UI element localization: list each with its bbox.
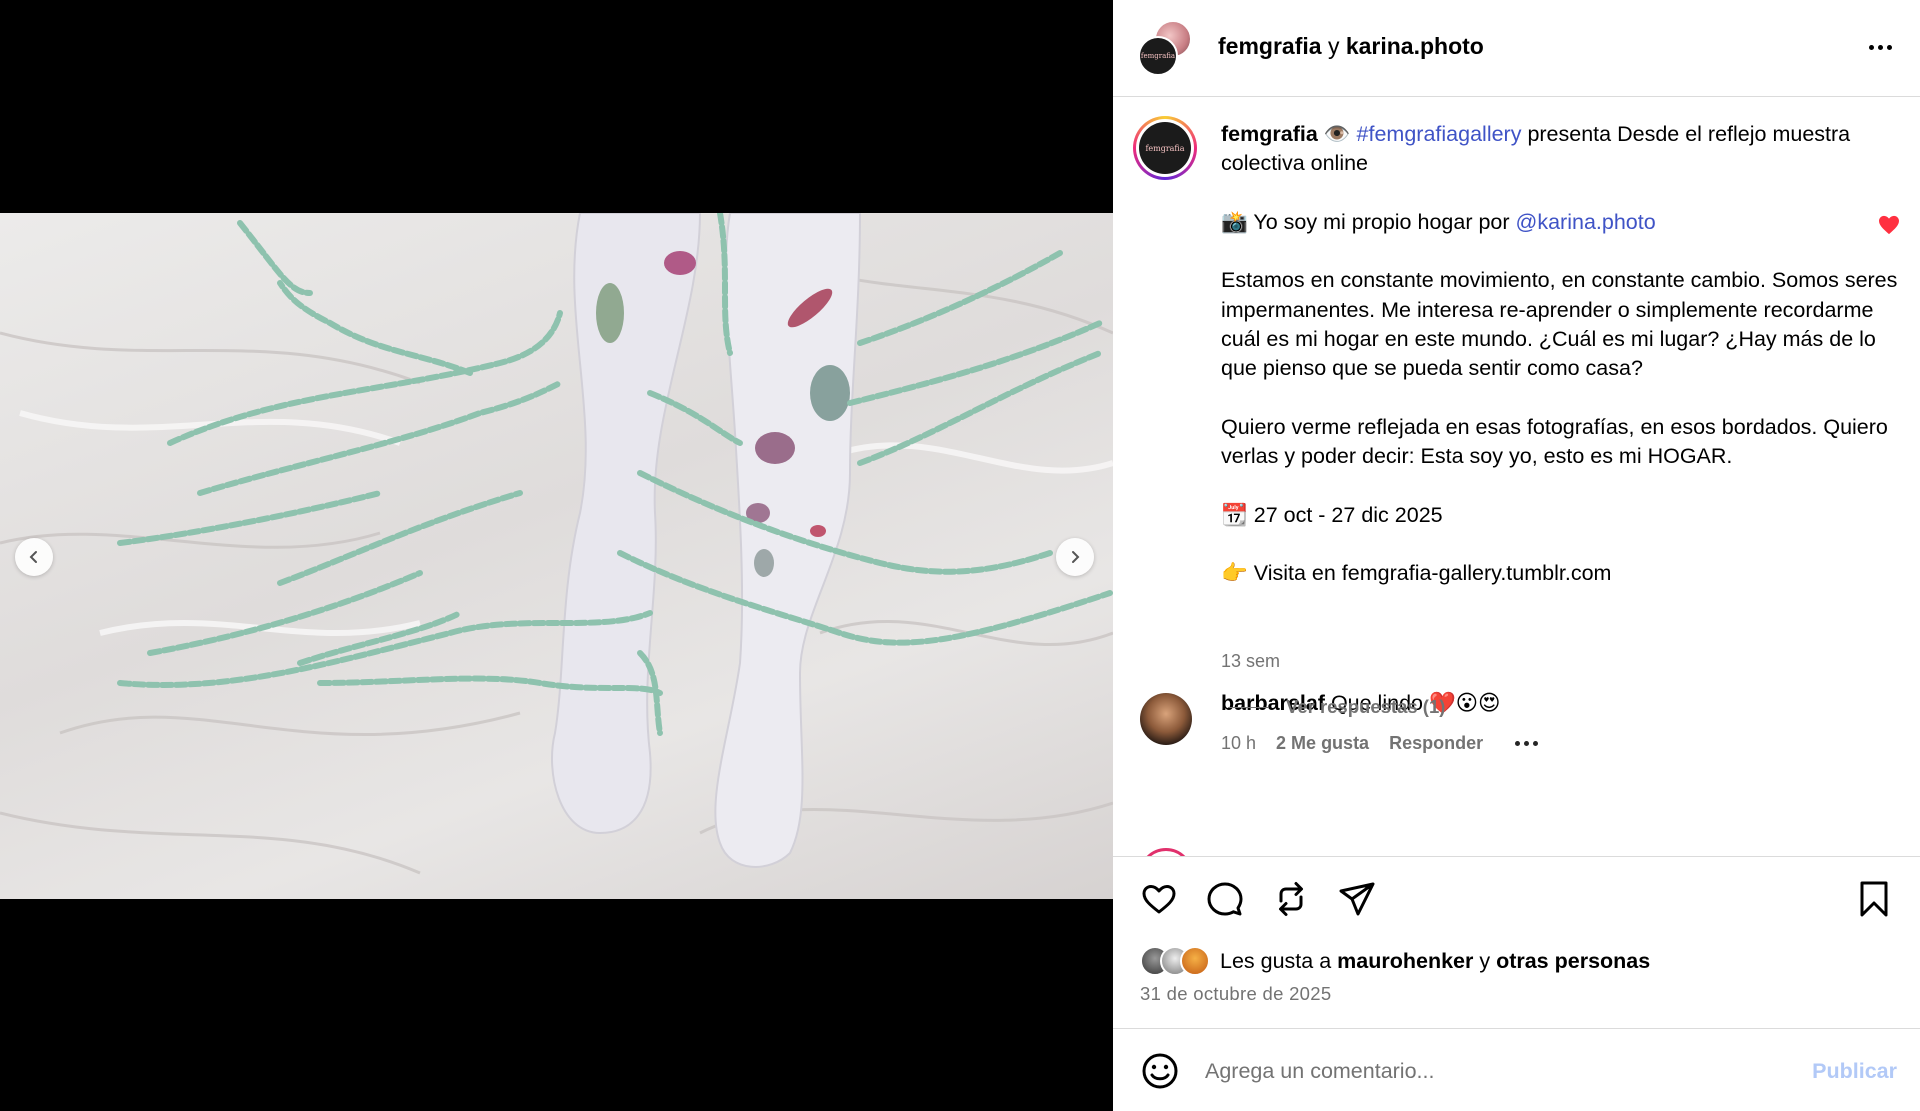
eye-emoji: 👁️ (1323, 122, 1351, 146)
carousel-next-button[interactable] (1056, 538, 1094, 576)
likes-text: Les gusta a maurohenker y otras personas (1220, 949, 1650, 974)
avatar-logo-text: femgrafia (1145, 143, 1185, 153)
caption-text: femgrafia 👁️ #femgrafiagallery presenta … (1221, 120, 1911, 589)
publish-button[interactable]: Publicar (1812, 1059, 1897, 1084)
instagram-post-modal: femgrafia femgrafia y karina.photo femgr… (0, 0, 1920, 1111)
liker-avatars[interactable] (1140, 946, 1210, 976)
comment-bubble-icon[interactable] (1205, 879, 1245, 919)
post-date[interactable]: 31 de octubre de 2025 (1140, 983, 1331, 1005)
collab-avatars[interactable]: femgrafia (1138, 20, 1196, 78)
likes-prefix: Les gusta a (1220, 948, 1338, 973)
avatar-femgrafia: femgrafia (1138, 36, 1178, 76)
author-link-karina[interactable]: karina.photo (1346, 33, 1484, 59)
other-likers-link[interactable]: otras personas (1496, 949, 1650, 973)
calendar-emoji: 📆 (1221, 502, 1248, 527)
reply-button[interactable]: Responder (1389, 733, 1483, 754)
save-bookmark-icon[interactable] (1854, 879, 1894, 919)
post-side-panel: femgrafia femgrafia y karina.photo femgr… (1113, 0, 1920, 1111)
authors-conjunction: y (1327, 33, 1340, 59)
view-replies-label: Ver respuestas (1) (1286, 696, 1446, 717)
share-send-icon[interactable] (1337, 879, 1377, 919)
comment-options-button[interactable] (1515, 733, 1539, 754)
comments-scroll-area[interactable]: femgrafia femgrafia 👁️ #femgrafiagallery… (1113, 98, 1920, 856)
dates-text: 27 oct - 27 dic 2025 (1247, 502, 1443, 527)
comment-like-heart-icon[interactable] (1878, 215, 1900, 235)
pointing-hand-emoji: 👉 (1221, 561, 1248, 586)
comment-input[interactable] (1205, 1049, 1765, 1093)
comment-composer: Publicar (1113, 1028, 1920, 1111)
comment-meta: 10 h 2 Me gusta Responder (1221, 733, 1539, 754)
caption-line-1: femgrafia 👁️ #femgrafiagallery presenta … (1221, 120, 1911, 179)
caption-timestamp[interactable]: 13 sem (1221, 651, 1280, 672)
repost-icon[interactable] (1271, 879, 1311, 919)
replies-divider-line (1228, 706, 1268, 708)
next-comment-avatar-partial (1139, 848, 1193, 856)
likes-conjunction: y (1473, 948, 1497, 973)
comment-likes-count[interactable]: 2 Me gusta (1276, 733, 1369, 754)
post-actions-section: Les gusta a maurohenker y otras personas… (1113, 856, 1920, 1111)
caption-paragraph-2: Quiero verme reflejada en esas fotografí… (1221, 414, 1888, 469)
mention-link[interactable]: @karina.photo (1516, 210, 1656, 234)
caption-avatar: femgrafia (1139, 122, 1191, 174)
liker-username-link[interactable]: maurohenker (1337, 949, 1473, 973)
avatar-logo-text: femgrafia (1140, 52, 1176, 60)
like-heart-icon[interactable] (1139, 879, 1179, 919)
more-options-button[interactable] (1864, 32, 1896, 62)
chevron-right-icon (1072, 551, 1080, 563)
caption-paragraph-1: Estamos en constante movimiento, en cons… (1221, 268, 1898, 381)
view-replies-button[interactable]: Ver respuestas (1) (1228, 696, 1445, 718)
liker-avatar (1180, 946, 1210, 976)
post-photo (0, 213, 1113, 899)
action-bar (1139, 879, 1377, 919)
more-dot-icon (1886, 44, 1892, 50)
caption-line-2: 📸 Yo soy mi propio hogar por @karina.pho… (1221, 208, 1911, 237)
commenter-avatar[interactable] (1140, 693, 1192, 745)
carousel-prev-button[interactable] (15, 538, 53, 576)
media-area (0, 0, 1113, 1111)
caption-work-title: Yo soy mi propio hogar por (1247, 209, 1516, 234)
caption-username[interactable]: femgrafia (1221, 122, 1318, 146)
hashtag-link[interactable]: #femgrafiagallery (1357, 122, 1522, 146)
more-dot-icon (1877, 44, 1883, 50)
caption-visit: 👉 Visita en femgrafia-gallery.tumblr.com (1221, 559, 1911, 588)
more-dot-icon (1868, 44, 1874, 50)
chevron-left-icon (29, 551, 37, 563)
emoji-picker-icon[interactable] (1140, 1051, 1180, 1091)
post-header: femgrafia femgrafia y karina.photo (1113, 0, 1920, 97)
post-authors: femgrafia y karina.photo (1218, 33, 1484, 60)
camera-emoji: 📸 (1221, 209, 1248, 234)
photo-illustration (0, 213, 1113, 875)
likes-summary: Les gusta a maurohenker y otras personas (1140, 946, 1650, 976)
comment-time[interactable]: 10 h (1221, 733, 1256, 754)
caption-avatar-story-ring[interactable]: femgrafia (1133, 116, 1197, 180)
caption-dates: 📆 27 oct - 27 dic 2025 (1221, 501, 1911, 530)
author-link-femgrafia[interactable]: femgrafia (1218, 33, 1322, 59)
visit-text: Visita en femgrafia-gallery.tumblr.com (1247, 561, 1612, 586)
